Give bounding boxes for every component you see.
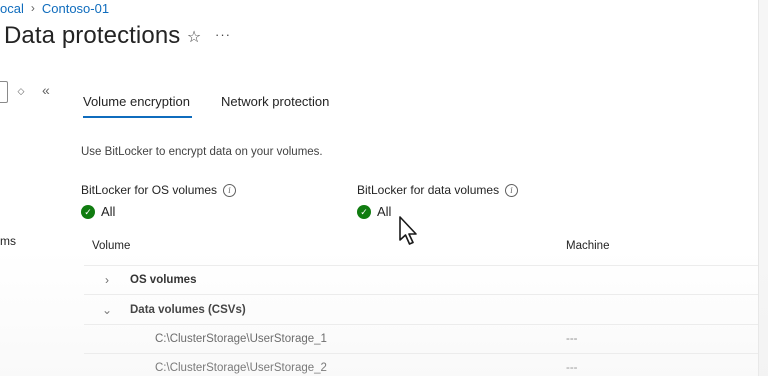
more-options-icon[interactable]: ···	[214, 28, 232, 46]
table-row[interactable]: C:\ClusterStorage\UserStorage_2	[155, 362, 327, 374]
check-circle-icon: ✓	[357, 204, 371, 219]
description-text: Use BitLocker to encrypt data on your vo…	[81, 146, 323, 158]
star-icon[interactable]: ☆	[185, 29, 203, 47]
row-divider	[84, 353, 758, 354]
check-circle-icon: ✓	[81, 204, 95, 219]
group-row-data-volumes[interactable]: ⌄ Data volumes (CSVs)	[100, 300, 246, 320]
right-edge-panel	[758, 0, 768, 376]
sidebar-item-fragment[interactable]: ms	[0, 234, 16, 248]
tab-network-protection[interactable]: Network protection	[221, 94, 329, 109]
os-volumes-label: BitLocker for OS volumes i	[81, 183, 237, 197]
page: ocal › Contoso-01 Data protections ☆ ···…	[0, 0, 768, 376]
data-volumes-status: ✓ All	[357, 204, 391, 219]
os-volumes-status: ✓ All	[81, 204, 115, 219]
group-label: Data volumes (CSVs)	[130, 304, 246, 316]
machine-cell: ---	[566, 362, 578, 374]
column-header-volume[interactable]: Volume	[92, 240, 130, 252]
mouse-cursor-icon	[399, 216, 417, 245]
tab-volume-encryption[interactable]: Volume encryption	[83, 94, 192, 118]
info-icon[interactable]: i	[223, 183, 237, 197]
row-divider	[84, 324, 758, 325]
chevron-down-icon[interactable]: ⌄	[100, 303, 114, 317]
group-label: OS volumes	[130, 274, 197, 286]
breadcrumb-item-local[interactable]: ocal	[0, 1, 24, 16]
breadcrumb-separator-icon: ›	[30, 1, 35, 15]
collapse-sidebar-icon[interactable]: «	[42, 83, 56, 97]
row-divider	[84, 265, 758, 266]
os-volumes-status-text: All	[101, 204, 116, 219]
chevron-right-icon[interactable]: ›	[100, 273, 114, 287]
search-box-fragment[interactable]	[0, 81, 8, 103]
breadcrumb-item-contoso[interactable]: Contoso-01	[42, 1, 109, 16]
table-row[interactable]: C:\ClusterStorage\UserStorage_1	[155, 333, 327, 345]
data-volumes-label: BitLocker for data volumes i	[357, 183, 519, 197]
info-icon[interactable]: i	[505, 183, 519, 197]
machine-cell: ---	[566, 333, 578, 345]
data-volumes-status-text: All	[377, 204, 392, 219]
sort-icon[interactable]: ◇	[16, 85, 26, 97]
breadcrumb: ocal › Contoso-01	[0, 0, 109, 16]
data-volumes-label-text: BitLocker for data volumes	[357, 183, 500, 197]
row-divider	[84, 294, 758, 295]
page-title: Data protections	[4, 22, 181, 49]
column-header-machine[interactable]: Machine	[566, 240, 609, 252]
os-volumes-label-text: BitLocker for OS volumes	[81, 183, 218, 197]
group-row-os-volumes[interactable]: › OS volumes	[100, 270, 196, 290]
